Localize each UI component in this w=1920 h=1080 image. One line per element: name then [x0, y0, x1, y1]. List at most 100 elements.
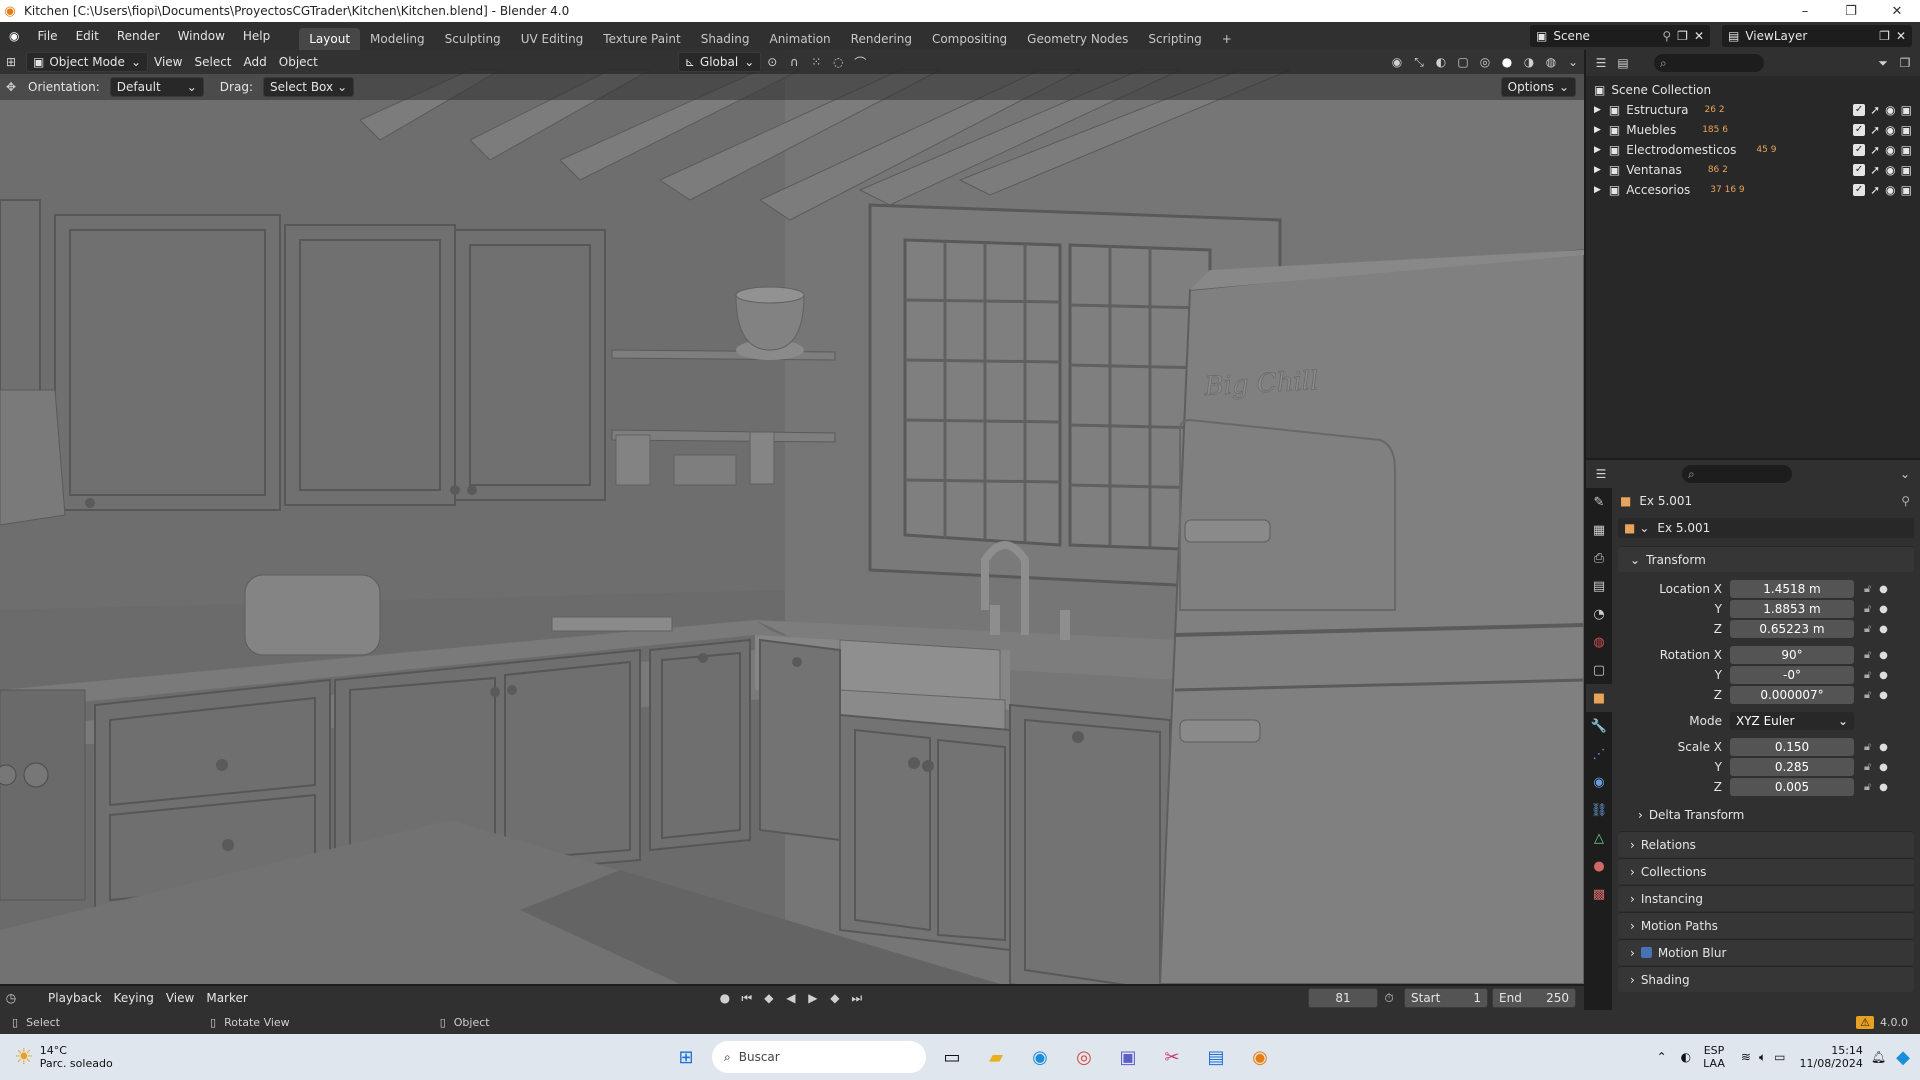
shading-panel-header[interactable]: › Shading	[1618, 966, 1914, 992]
properties-search-input[interactable]: ⌕	[1682, 465, 1792, 483]
menu-file[interactable]: File	[28, 22, 66, 50]
remove-scene-icon[interactable]: ✕	[1694, 29, 1704, 43]
camera-icon[interactable]: ▣	[1901, 123, 1912, 137]
relations-panel-header[interactable]: › Relations	[1618, 831, 1914, 857]
menu-edit[interactable]: Edit	[67, 22, 108, 50]
notification-bell-icon[interactable]: 🔔︎	[1871, 1050, 1886, 1064]
outliner-search-input[interactable]: ⌕	[1654, 54, 1764, 72]
motion-paths-panel-header[interactable]: › Motion Paths	[1618, 912, 1914, 938]
expand-arrow-icon[interactable]: ▶	[1594, 105, 1601, 115]
outliner-collection[interactable]: ▶ ▣ Muebles 185 6 ✓ ➚ ◉ ▣	[1586, 120, 1920, 140]
new-collection-icon[interactable]: ❐	[1894, 53, 1916, 73]
lock-icon[interactable]: 🔓︎	[1864, 668, 1871, 682]
material-shading-icon[interactable]: ◑	[1518, 52, 1540, 72]
display-mode-icon[interactable]: ▤	[1612, 53, 1634, 73]
tool-tab-icon[interactable]: ✎	[1586, 488, 1612, 516]
lock-icon[interactable]: 🔓︎	[1864, 648, 1871, 662]
stopwatch-icon[interactable]: ⏱	[1378, 988, 1400, 1008]
workspace-tab-sculpting[interactable]: Sculpting	[435, 28, 511, 50]
falloff-icon[interactable]: ⌒	[849, 52, 871, 72]
new-scene-icon[interactable]: ❐	[1677, 29, 1688, 43]
notepad-icon[interactable]: ▤	[1198, 1039, 1234, 1075]
battery-icon[interactable]: ▭	[1774, 1050, 1785, 1064]
texture-tab-icon[interactable]: ▩	[1586, 880, 1612, 908]
collection-tab-icon[interactable]: ▢	[1586, 656, 1612, 684]
teams-icon[interactable]: ▣	[1110, 1039, 1146, 1075]
exclude-checkbox[interactable]: ✓	[1853, 104, 1866, 116]
expand-arrow-icon[interactable]: ▶	[1594, 185, 1601, 195]
timeline-menu-marker[interactable]: Marker	[200, 991, 253, 1005]
workspace-tab-modeling[interactable]: Modeling	[360, 28, 435, 50]
exclude-checkbox[interactable]: ✓	[1853, 144, 1866, 156]
viewport-menu-select[interactable]: Select	[188, 55, 237, 69]
expand-arrow-icon[interactable]: ▶	[1594, 165, 1601, 175]
minimize-button[interactable]: –	[1782, 4, 1828, 19]
select-arrow-icon[interactable]: ➚	[1870, 143, 1880, 157]
options-button[interactable]: Options ⌄	[1500, 77, 1576, 97]
keyframe-dot-icon[interactable]: ●	[1879, 670, 1888, 681]
editor-type-icon[interactable]: ⊞	[0, 52, 22, 72]
scale-x-field[interactable]: 0.150	[1730, 738, 1854, 756]
drag-selector[interactable]: Select Box ⌄	[262, 77, 355, 97]
exclude-checkbox[interactable]: ✓	[1853, 184, 1866, 196]
rotation-z-field[interactable]: 0.000007°	[1730, 686, 1854, 704]
location-z-field[interactable]: 0.65223 m	[1730, 620, 1854, 638]
windows-start-icon[interactable]: ⊞	[668, 1039, 704, 1075]
expand-arrow-icon[interactable]: ▶	[1594, 125, 1601, 135]
keyframe-dot-icon[interactable]: ●	[1879, 604, 1888, 615]
blender-menu-icon[interactable]: ◉	[0, 22, 28, 50]
kitchen-scene[interactable]: Big Chill	[0, 50, 1584, 984]
copilot-icon[interactable]: ◆	[1896, 1047, 1910, 1068]
camera-icon[interactable]: ▣	[1901, 143, 1912, 157]
keyframe-dot-icon[interactable]: ●	[1879, 762, 1888, 773]
keyframe-dot-icon[interactable]: ●	[1879, 782, 1888, 793]
workspace-tab-texture-paint[interactable]: Texture Paint	[593, 28, 690, 50]
chrome-icon[interactable]: ◎	[1066, 1039, 1102, 1075]
timeline-menu-playback[interactable]: Playback	[42, 991, 108, 1005]
location-y-field[interactable]: 1.8853 m	[1730, 600, 1854, 618]
timeline-menu-keying[interactable]: Keying	[108, 991, 160, 1005]
lock-icon[interactable]: 🔓︎	[1864, 760, 1871, 774]
rotation-y-field[interactable]: -0°	[1730, 666, 1854, 684]
language-indicator[interactable]: ESP LAA	[1703, 1044, 1725, 1070]
outliner-collection[interactable]: ▶ ▣ Estructura 26 2 ✓ ➚ ◉ ▣	[1586, 100, 1920, 120]
keyframe-dot-icon[interactable]: ●	[1879, 742, 1888, 753]
camera-icon[interactable]: ▣	[1901, 183, 1912, 197]
transform-panel-header[interactable]: ⌄ Transform	[1618, 546, 1914, 572]
snap-magnet-icon[interactable]: ∩	[783, 52, 805, 72]
pin-icon[interactable]: ⚲	[1662, 29, 1671, 43]
tray-app-icon[interactable]: ◐	[1681, 1050, 1691, 1064]
select-arrow-icon[interactable]: ➚	[1870, 163, 1880, 177]
filter-icon[interactable]: ⏷	[1872, 53, 1894, 73]
close-button[interactable]: ✕	[1874, 4, 1920, 19]
select-arrow-icon[interactable]: ➚	[1870, 183, 1880, 197]
modifier-tab-icon[interactable]: 🔧	[1586, 712, 1612, 740]
volume-icon[interactable]: 🔈︎	[1759, 1050, 1766, 1065]
physics-tab-icon[interactable]: ◉	[1586, 768, 1612, 796]
outliner-editor-icon[interactable]: ☰	[1590, 53, 1612, 73]
lock-icon[interactable]: 🔓︎	[1864, 622, 1871, 636]
render-tab-icon[interactable]: ▦	[1586, 516, 1612, 544]
solid-shading-icon[interactable]: ●	[1496, 52, 1518, 72]
object-tab-icon[interactable]: ■	[1586, 684, 1612, 712]
mode-selector[interactable]: ▣ Object Mode ⌄	[26, 52, 148, 72]
eye-icon[interactable]: ◉	[1885, 123, 1895, 137]
snipping-tool-icon[interactable]: ✂	[1154, 1039, 1190, 1075]
timeline-menu-view[interactable]: View	[160, 991, 200, 1005]
maximize-button[interactable]: ❐	[1828, 4, 1874, 19]
eye-icon[interactable]: ◉	[1885, 163, 1895, 177]
menu-window[interactable]: Window	[169, 22, 234, 50]
data-tab-icon[interactable]: △	[1586, 824, 1612, 852]
keyframe-dot-icon[interactable]: ●	[1879, 584, 1888, 595]
scene-selector[interactable]: ▣ Scene ⚲ ❐ ✕	[1530, 25, 1710, 47]
menu-help[interactable]: Help	[234, 22, 279, 50]
play-reverse-icon[interactable]: ◀	[780, 988, 802, 1008]
workspace-tab-uv-editing[interactable]: UV Editing	[511, 28, 594, 50]
outliner-collection[interactable]: ▶ ▣ Accesorios 37 16 9 ✓ ➚ ◉ ▣	[1586, 180, 1920, 200]
timeline-editor-icon[interactable]: ◷	[0, 988, 22, 1008]
weather-widget[interactable]: ☀ 14°C Parc. soleado	[14, 1044, 214, 1070]
taskbar-search-input[interactable]: ⌕ Buscar	[712, 1041, 926, 1073]
delta-transform-subpanel[interactable]: › Delta Transform	[1612, 805, 1920, 825]
file-explorer-icon[interactable]: ▰	[978, 1039, 1014, 1075]
lock-icon[interactable]: 🔓︎	[1864, 582, 1871, 596]
